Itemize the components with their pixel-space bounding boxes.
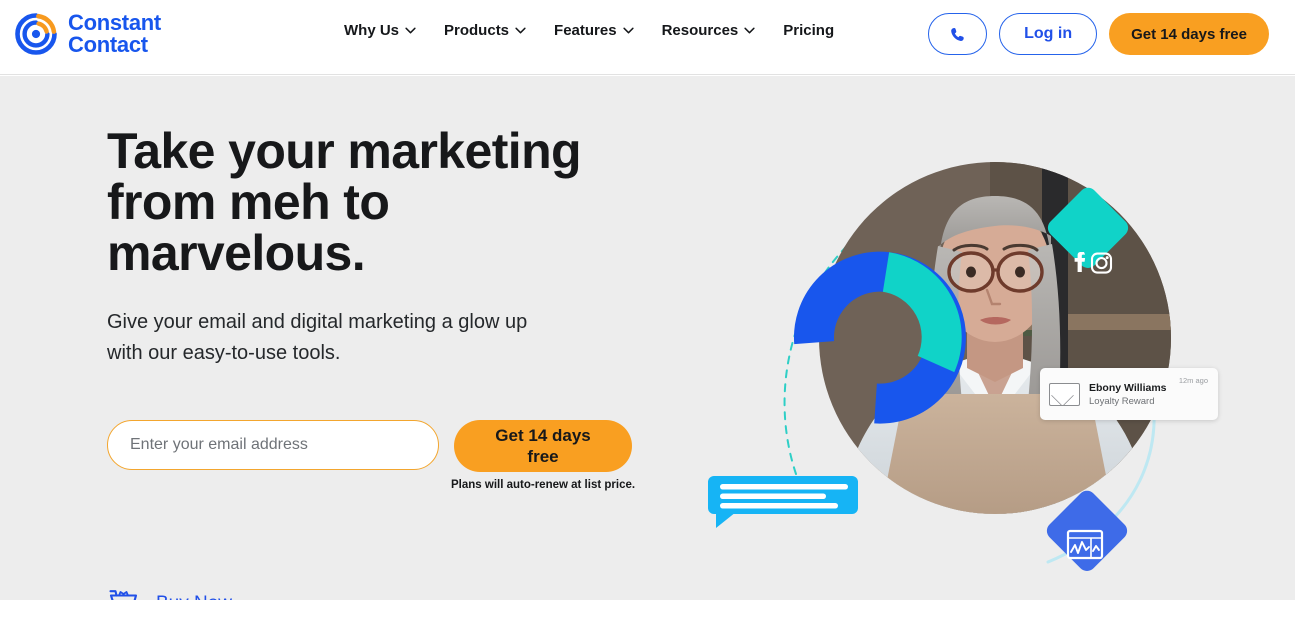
get-trial-button[interactable]: Get 14 days free <box>1109 13 1269 55</box>
login-button[interactable]: Log in <box>999 13 1098 55</box>
notification-description: Loyalty Reward <box>1089 395 1155 407</box>
constant-contact-circle-logo <box>15 13 57 55</box>
brand-name-line1: Constant <box>68 10 161 35</box>
phone-button[interactable] <box>928 13 988 55</box>
hero-copy: Take your marketing from meh to marvelou… <box>107 126 667 369</box>
chevron-down-icon <box>622 27 634 34</box>
hero-subtitle-line2: with our easy-to-use tools. <box>107 342 341 364</box>
notification-time: 12m ago <box>1178 376 1208 385</box>
hero-illustration <box>690 76 1290 600</box>
notification-card: Ebony Williams Loyalty Reward 12m ago <box>1040 368 1218 420</box>
autorenew-disclaimer: Plans will auto-renew at list price. <box>451 479 636 491</box>
shopping-cart-icon <box>109 590 138 600</box>
nav-label: Features <box>554 22 617 39</box>
cta-text: Get 14 days free <box>495 425 590 467</box>
nav-item-pricing[interactable]: Pricing <box>783 22 834 39</box>
hero-section: Take your marketing from meh to marvelou… <box>0 76 1295 600</box>
main-navigation: Why Us Products Features Resources Prici… <box>344 22 834 39</box>
nav-label: Resources <box>661 22 739 39</box>
trial-label: Get 14 days free <box>1131 25 1247 43</box>
brand-logo[interactable]: Constant Contact <box>12 10 161 58</box>
nav-label: Pricing <box>783 22 835 39</box>
hero-subtitle-line1: Give your email and digital marketing a … <box>107 311 528 333</box>
cta-line1: Get 14 days <box>495 426 591 445</box>
nav-item-why-us[interactable]: Why Us <box>344 22 416 39</box>
chevron-down-icon <box>744 27 755 34</box>
nav-label: Products <box>444 22 510 39</box>
nav-label: Why Us <box>344 22 400 39</box>
signup-form: Get 14 days free Plans will auto-renew a… <box>107 420 635 491</box>
nav-item-products[interactable]: Products <box>444 22 526 39</box>
nav-item-features[interactable]: Features <box>554 22 634 39</box>
buy-now-link-row[interactable]: Buy Now <box>107 588 232 600</box>
hero-title-line2: from meh to <box>107 174 390 230</box>
page-root: Constant Contact Why Us Products Feature… <box>0 0 1295 618</box>
brand-name-line2: Contact <box>68 32 148 57</box>
login-label: Log in <box>1024 25 1073 42</box>
brand-name: Constant Contact <box>68 12 161 56</box>
hero-art-svg <box>708 162 1171 571</box>
hero-title-line1: Take your marketing <box>107 123 582 179</box>
phone-icon <box>951 27 964 41</box>
hero-subtitle: Give your email and digital marketing a … <box>107 307 667 369</box>
get-trial-cta-button[interactable]: Get 14 days free <box>454 420 633 472</box>
hero-title-line3: marvelous. <box>107 225 366 281</box>
header-actions: Log in Get 14 days free <box>928 13 1269 55</box>
chevron-down-icon <box>515 27 526 34</box>
envelope-icon <box>1049 382 1080 406</box>
site-header: Constant Contact Why Us Products Feature… <box>0 0 1295 75</box>
email-input[interactable] <box>107 420 439 470</box>
cta-column: Get 14 days free Plans will auto-renew a… <box>451 420 635 491</box>
cta-line2: free <box>527 447 559 466</box>
buy-now-label: Buy Now <box>156 593 232 601</box>
chevron-down-icon <box>405 27 416 34</box>
hero-title: Take your marketing from meh to marvelou… <box>107 126 667 279</box>
nav-item-resources[interactable]: Resources <box>662 22 756 39</box>
chat-bubble <box>708 476 858 528</box>
